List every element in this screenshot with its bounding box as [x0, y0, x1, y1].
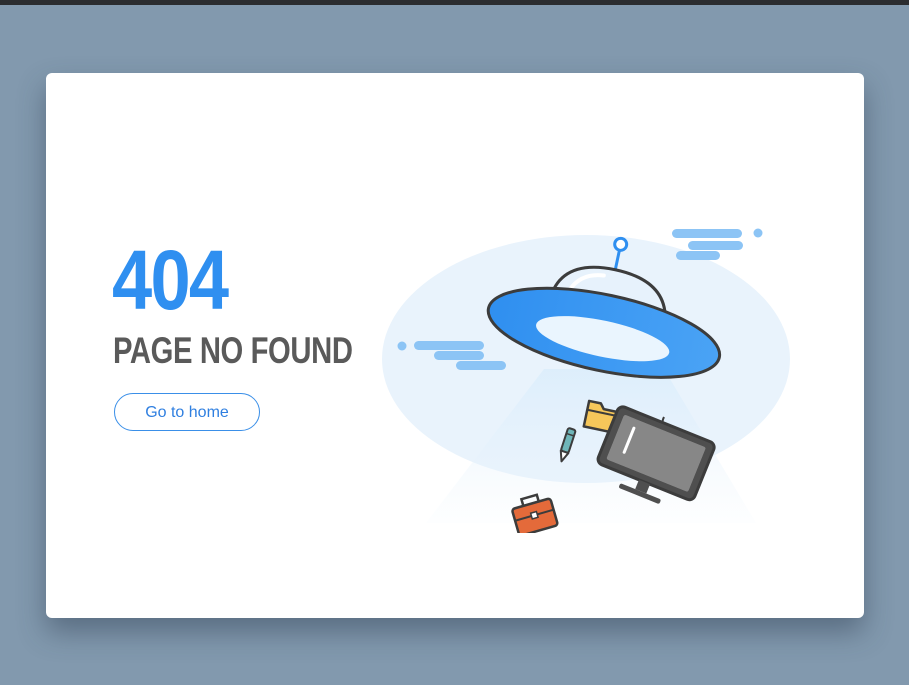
error-code: 404	[112, 233, 229, 327]
go-to-home-button[interactable]: Go to home	[114, 393, 260, 431]
error-card: 404 PAGE NO FOUND Go to home	[46, 73, 864, 618]
ufo-illustration	[382, 228, 790, 533]
window-top-bar	[0, 0, 909, 5]
cloud-icon-right	[672, 228, 763, 260]
error-message: PAGE NO FOUND	[113, 330, 353, 371]
